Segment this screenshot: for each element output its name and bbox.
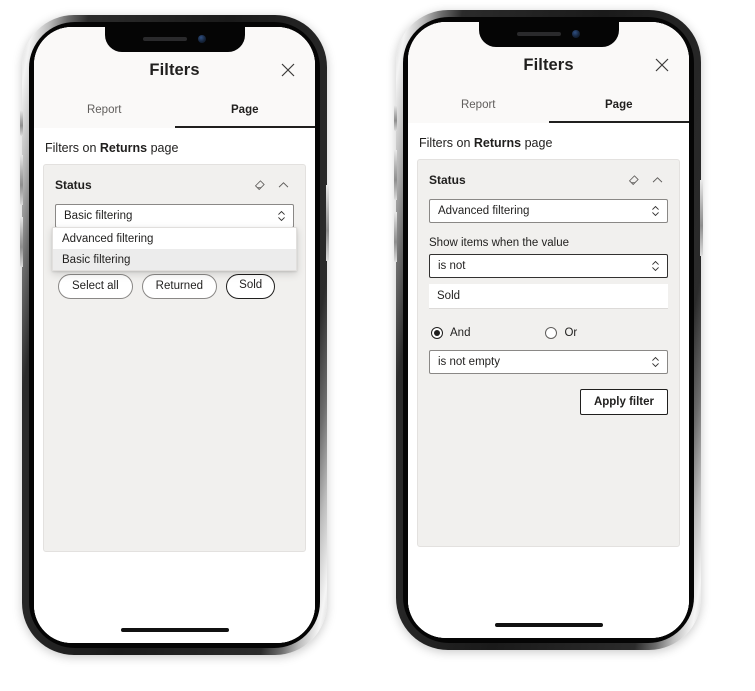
tab-page[interactable]: Page	[548, 90, 689, 123]
volume-up-button[interactable]	[394, 150, 397, 200]
pill-select-all[interactable]: Select all	[58, 274, 133, 300]
panel-tabs: Report Page	[408, 90, 689, 123]
radio-and-label: And	[450, 327, 471, 339]
home-indicator[interactable]	[494, 623, 603, 627]
filters-scope-prefix: Filters on	[419, 136, 474, 150]
filter-card-header: Status	[55, 175, 294, 195]
silent-switch-button[interactable]	[394, 105, 397, 131]
radio-or-mark	[545, 327, 558, 339]
earpiece-speaker-icon	[517, 31, 561, 36]
filter-card-status: Status	[43, 164, 306, 552]
filters-scope-suffix: page	[521, 136, 553, 150]
panel-body: Filters on Returns page Status	[408, 123, 689, 638]
filter-value-pills: Select all Returned Sold	[55, 274, 294, 300]
condition-two-select[interactable]: is not empty	[429, 350, 668, 374]
radio-and[interactable]: And	[431, 327, 470, 339]
chevron-updown-icon	[651, 356, 660, 369]
dropdown-option-advanced-filtering[interactable]: Advanced filtering	[53, 228, 296, 249]
filters-scope-page-name: Returns	[99, 141, 148, 155]
page-title: Filters	[523, 55, 574, 74]
condition-one-value-input[interactable]: Sold	[429, 284, 668, 309]
radio-or[interactable]: Or	[545, 327, 577, 339]
eraser-icon[interactable]	[622, 170, 644, 190]
front-camera-icon	[572, 29, 580, 38]
condition-one-select[interactable]: is not	[429, 254, 668, 278]
filter-type-select[interactable]: Basic filtering	[55, 204, 294, 228]
close-icon[interactable]	[275, 57, 301, 83]
dropdown-option-basic-filtering[interactable]: Basic filtering	[53, 249, 296, 270]
apply-filter-button[interactable]: Apply filter	[579, 389, 668, 415]
phone-notch	[104, 27, 245, 52]
volume-down-button[interactable]	[394, 212, 397, 262]
tab-report[interactable]: Report	[34, 95, 175, 128]
filters-scope-label: Filters on Returns page	[43, 128, 306, 164]
filter-card-header: Status	[429, 170, 668, 190]
filter-type-combo-wrapper: Basic filtering Advanced filtering Basic…	[52, 204, 297, 271]
volume-up-button[interactable]	[20, 155, 23, 205]
filters-panel: Filters Report Page Filters on Returns p…	[34, 27, 315, 643]
filter-type-value: Advanced filtering	[438, 205, 530, 217]
panel-title-row: Filters	[34, 53, 315, 87]
chevron-up-icon[interactable]	[646, 170, 668, 190]
power-button[interactable]	[700, 180, 703, 256]
filter-card-status: Status	[417, 159, 680, 547]
panel-body: Filters on Returns page Status	[34, 128, 315, 643]
phone-screen: Filters Report Page Filters on Returns p…	[34, 27, 315, 643]
filter-field-name: Status	[429, 173, 466, 187]
phone-screen: Filters Report Page Filters on Returns p…	[408, 22, 689, 638]
filter-field-name: Status	[55, 178, 92, 192]
power-button[interactable]	[326, 185, 329, 261]
apply-filter-row: Apply filter	[429, 389, 668, 415]
filters-scope-prefix: Filters on	[45, 141, 100, 155]
chevron-up-icon[interactable]	[272, 175, 294, 195]
tab-report[interactable]: Report	[408, 90, 549, 123]
logic-operator-group: And Or	[429, 327, 668, 339]
chevron-updown-icon	[277, 210, 286, 223]
phone-advanced-filtering: Filters Report Page Filters on Returns p…	[394, 10, 703, 650]
tab-page[interactable]: Page	[174, 95, 315, 128]
show-items-label: Show items when the value	[429, 237, 569, 249]
filter-type-dropdown-list: Advanced filtering Basic filtering	[52, 227, 297, 271]
eraser-icon[interactable]	[248, 175, 270, 195]
phone-basic-filtering: Filters Report Page Filters on Returns p…	[20, 15, 329, 655]
panel-title-row: Filters	[408, 48, 689, 82]
volume-down-button[interactable]	[20, 217, 23, 267]
panel-tabs: Report Page	[34, 95, 315, 128]
filters-panel: Filters Report Page Filters on Returns p…	[408, 22, 689, 638]
chevron-updown-icon	[651, 260, 660, 273]
page-title: Filters	[149, 60, 200, 79]
filters-scope-page-name: Returns	[473, 136, 522, 150]
front-camera-icon	[198, 34, 206, 43]
chevron-updown-icon	[651, 205, 660, 218]
filters-scope-label: Filters on Returns page	[417, 123, 680, 159]
filter-type-value: Basic filtering	[64, 210, 133, 222]
pill-returned[interactable]: Returned	[141, 274, 217, 300]
phone-notch	[478, 22, 619, 47]
radio-or-label: Or	[564, 327, 578, 339]
close-icon[interactable]	[649, 52, 675, 78]
pill-sold[interactable]: Sold	[225, 274, 276, 300]
filter-type-select[interactable]: Advanced filtering	[429, 199, 668, 223]
home-indicator[interactable]	[120, 628, 229, 632]
condition-one-value: is not	[438, 260, 466, 272]
silent-switch-button[interactable]	[20, 110, 23, 136]
radio-and-mark	[431, 327, 443, 339]
earpiece-speaker-icon	[143, 36, 187, 41]
condition-two-value: is not empty	[438, 356, 500, 368]
filters-scope-suffix: page	[147, 141, 179, 155]
